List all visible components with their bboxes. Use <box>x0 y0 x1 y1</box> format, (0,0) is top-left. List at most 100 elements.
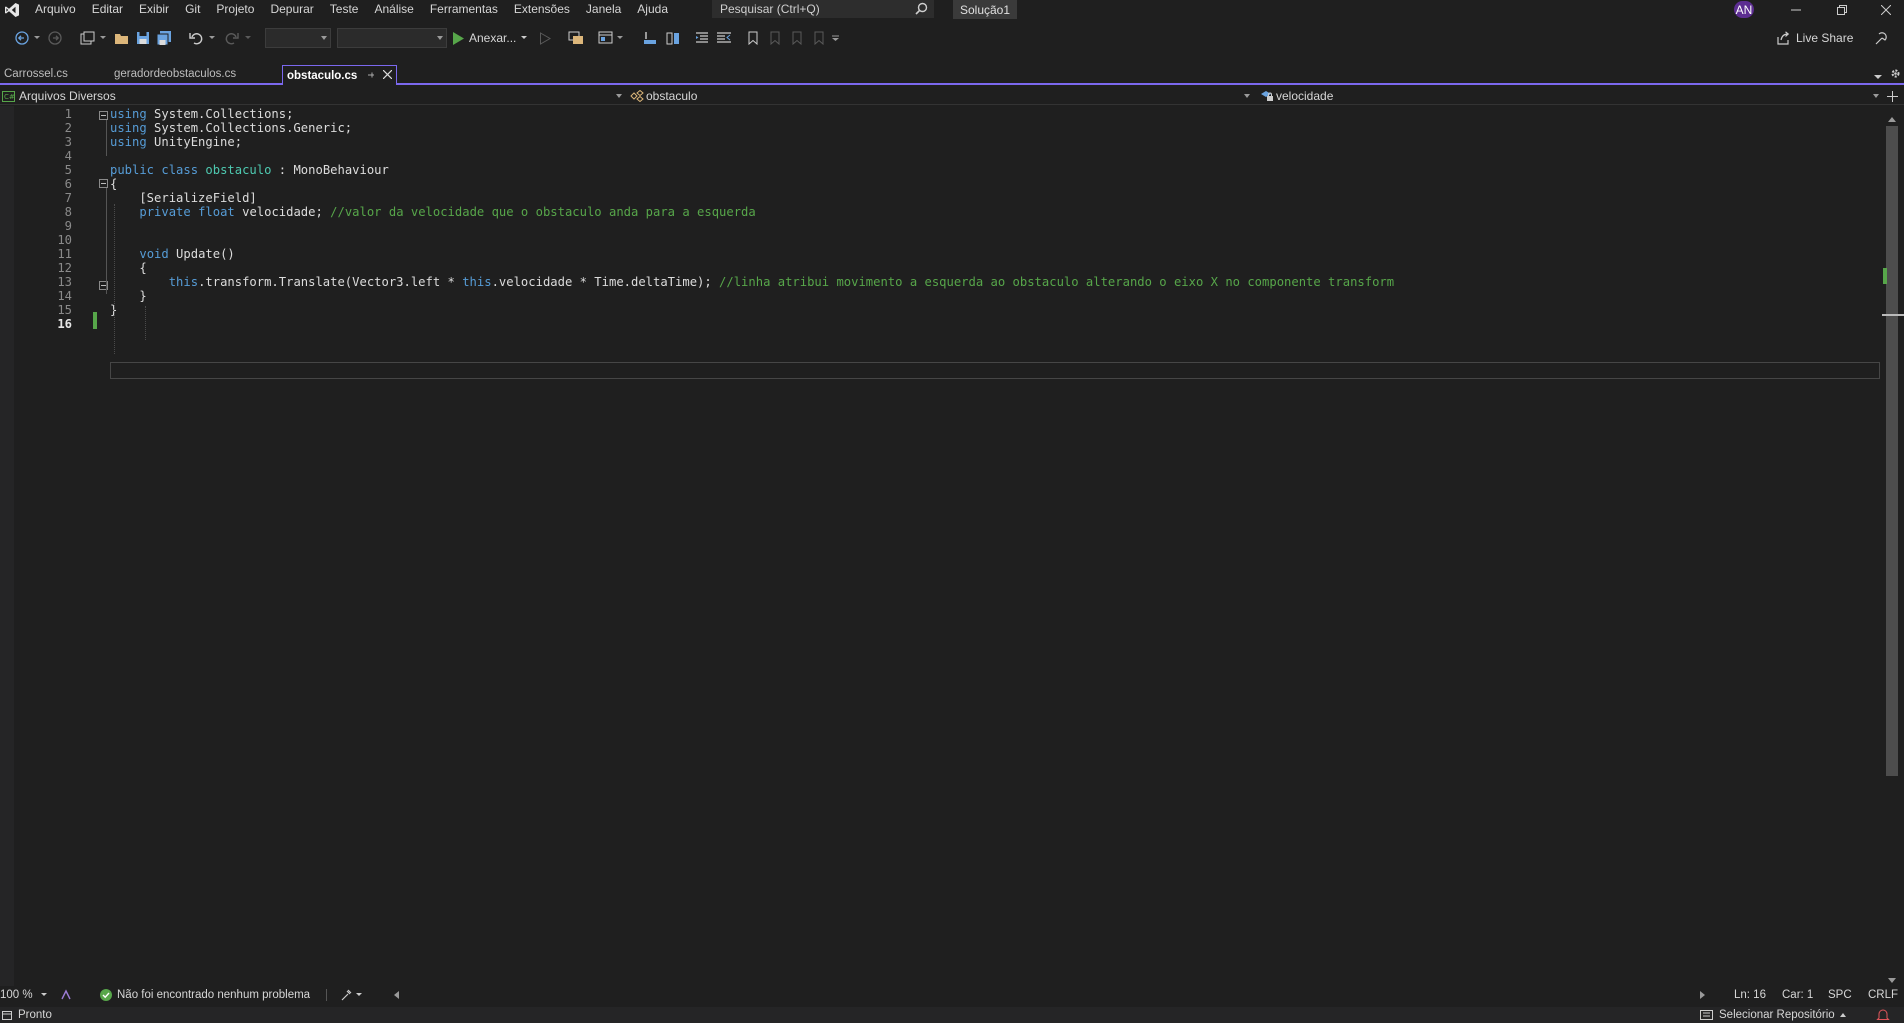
feedback-icon[interactable] <box>1872 28 1892 48</box>
new-project-icon[interactable] <box>78 28 98 48</box>
save-icon[interactable] <box>133 28 153 48</box>
search-icon <box>915 2 928 18</box>
notifications-icon[interactable] <box>1876 1007 1890 1023</box>
next-bookmark-icon[interactable] <box>788 28 806 48</box>
settings-gear-icon[interactable] <box>1888 65 1902 81</box>
step-over-icon[interactable] <box>663 28 683 48</box>
save-all-icon[interactable] <box>154 28 174 48</box>
previous-bookmark-icon[interactable] <box>766 28 784 48</box>
scroll-right-icon[interactable] <box>1700 986 1710 1003</box>
select-repository-button[interactable]: Selecionar Repositório <box>1700 1007 1846 1023</box>
menu-janela[interactable]: Janela <box>578 0 629 19</box>
code-token: this <box>168 275 199 289</box>
line-ending-indicator[interactable]: CRLF <box>1868 986 1898 1003</box>
menu-ajuda[interactable]: Ajuda <box>629 0 676 19</box>
live-share-button[interactable]: Live Share <box>1776 28 1853 48</box>
code-editor[interactable]: 1 using System.Collections; 2 using System.… <box>0 106 1904 986</box>
browser-link-icon[interactable] <box>566 28 586 48</box>
chevron-down-icon[interactable] <box>616 28 624 48</box>
code-line[interactable]: 16 <box>0 316 1880 333</box>
scrollbar-thumb[interactable] <box>1886 126 1898 776</box>
project-dropdown[interactable]: C# Arquivos Diversos <box>2 87 624 105</box>
clear-bookmarks-icon[interactable] <box>810 28 828 48</box>
menu-depurar[interactable]: Depurar <box>262 0 321 19</box>
visual-studio-logo-icon[interactable] <box>1 0 23 19</box>
chevron-down-icon[interactable] <box>208 28 216 48</box>
code-token: //valor da velocidade que o obstaculo an… <box>330 205 756 219</box>
solution-configuration-select[interactable] <box>265 28 331 48</box>
issues-indicator[interactable]: Não foi encontrado nenhum problema <box>100 986 320 1003</box>
column-indicator[interactable]: Car: 1 <box>1782 986 1813 1003</box>
app-status-bar: Pronto Selecionar Repositório <box>0 1007 1904 1023</box>
code-token: //linha atribui movimento a esquerda ao … <box>719 275 1395 289</box>
split-editor-icon[interactable] <box>1884 86 1900 106</box>
chevron-down-icon <box>1873 94 1879 98</box>
menu-exibir[interactable]: Exibir <box>131 0 177 19</box>
code-token: .velocidade * Time.deltaTime); <box>491 275 720 289</box>
close-tab-icon[interactable] <box>382 69 393 82</box>
chevron-down-icon[interactable] <box>33 28 41 48</box>
close-window-icon[interactable] <box>1866 0 1904 19</box>
attach-button[interactable]: Anexar... <box>452 28 528 48</box>
user-avatar[interactable]: AN <box>1734 1 1754 18</box>
repository-icon <box>1700 1010 1713 1020</box>
code-cleanup-icon[interactable] <box>340 986 366 1003</box>
editor-status-bar: 100 % Não foi encontrado nenhum problema… <box>0 986 1904 1003</box>
menu-arquivo[interactable]: Arquivo <box>27 0 84 19</box>
tab-carrossel[interactable]: Carrossel.cs <box>0 65 108 83</box>
tab-geradordeobstaculos[interactable]: geradordeobstaculos.cs <box>110 65 282 83</box>
tab-list-dropdown-icon[interactable] <box>1872 67 1884 87</box>
chevron-down-icon[interactable] <box>244 28 252 48</box>
scroll-up-icon[interactable] <box>1888 111 1896 125</box>
line-number: 16 <box>57 317 72 331</box>
fold-toggle-icon[interactable] <box>99 179 108 188</box>
indent-increase-icon[interactable] <box>714 28 734 48</box>
layout-icon[interactable] <box>596 28 616 48</box>
zoom-level: 100 % <box>0 988 33 1001</box>
restore-icon[interactable] <box>1822 0 1862 19</box>
chevron-down-icon <box>356 992 362 996</box>
member-dropdown[interactable]: velocidade <box>1260 87 1880 105</box>
menu-teste[interactable]: Teste <box>322 0 367 19</box>
fold-toggle-icon[interactable] <box>99 111 108 120</box>
navigate-forward-icon[interactable] <box>46 28 64 48</box>
start-without-debugging-icon[interactable] <box>536 28 554 48</box>
menu-projeto[interactable]: Projeto <box>208 0 262 19</box>
svg-text:C#: C# <box>4 93 15 101</box>
solution-name[interactable]: Solução1 <box>953 0 1017 19</box>
zoom-dropdown[interactable]: 100 % <box>0 986 56 1003</box>
solution-platform-select[interactable] <box>337 28 447 48</box>
undo-icon[interactable] <box>186 28 206 48</box>
indent-decrease-icon[interactable] <box>692 28 712 48</box>
scroll-down-icon[interactable] <box>1888 972 1896 986</box>
navigate-back-icon[interactable] <box>12 28 32 48</box>
code-token: using <box>110 135 147 149</box>
menu-analise[interactable]: Análise <box>366 0 421 19</box>
code-token: using <box>110 121 147 135</box>
menu-git[interactable]: Git <box>177 0 208 19</box>
search-input[interactable]: Pesquisar (Ctrl+Q) <box>712 0 934 18</box>
code-token: class <box>161 163 199 177</box>
tab-obstaculo[interactable]: obstaculo.cs <box>282 65 397 85</box>
menu-ferramentas[interactable]: Ferramentas <box>422 0 506 19</box>
menu-extensoes[interactable]: Extensões <box>506 0 578 19</box>
current-line-highlight <box>110 362 1880 379</box>
step-into-icon[interactable] <box>640 28 660 48</box>
open-folder-icon[interactable] <box>112 28 132 48</box>
code-token: void <box>139 247 169 261</box>
spacing-indicator[interactable]: SPC <box>1828 986 1852 1003</box>
line-indicator[interactable]: Ln: 16 <box>1734 986 1766 1003</box>
vertical-scrollbar[interactable] <box>1882 106 1902 986</box>
play-icon <box>453 31 464 45</box>
scroll-left-icon[interactable] <box>394 986 404 1003</box>
minimize-icon[interactable] <box>1776 0 1816 19</box>
toolbar-overflow-icon[interactable] <box>830 28 840 48</box>
bookmark-icon[interactable] <box>744 28 762 48</box>
intellicode-icon[interactable] <box>60 986 76 1003</box>
class-dropdown[interactable]: obstaculo <box>630 87 1252 105</box>
chevron-down-icon[interactable] <box>99 28 107 48</box>
redo-icon[interactable] <box>222 28 242 48</box>
menu-editar[interactable]: Editar <box>84 0 131 19</box>
pin-icon[interactable] <box>367 70 375 82</box>
